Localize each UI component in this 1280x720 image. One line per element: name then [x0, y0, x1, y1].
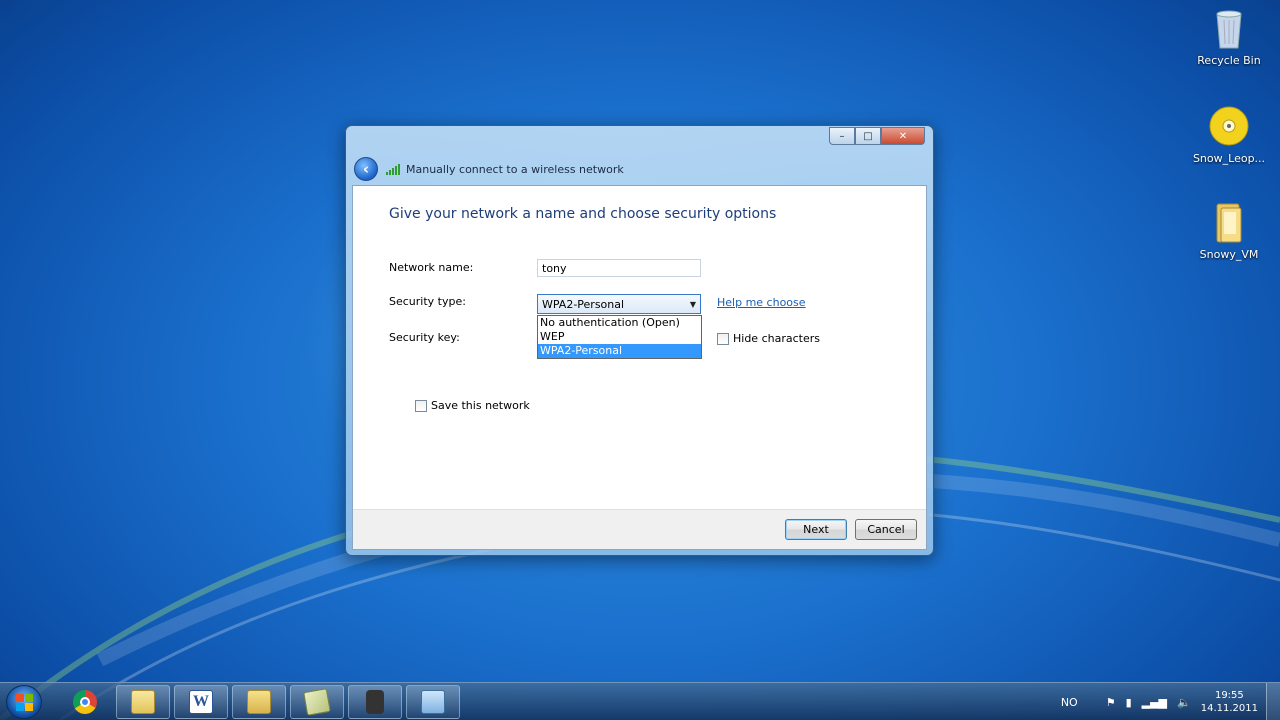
desktop-icon-snowy-vm[interactable]: Snowy_VM [1190, 200, 1268, 261]
control-panel-taskbar-button[interactable] [406, 685, 460, 719]
clock-time: 19:55 [1214, 690, 1244, 701]
clock[interactable]: 19:55 14.11.2011 [1201, 689, 1258, 715]
chrome-taskbar-button[interactable] [58, 685, 112, 719]
word-icon: W [189, 690, 213, 714]
windows-logo-icon [15, 693, 33, 711]
dropdown-option-open[interactable]: No authentication (Open) [538, 316, 701, 330]
desktop-icon-label: Snowy_VM [1199, 248, 1259, 261]
dvd-icon [1207, 104, 1251, 148]
desktop-icon-label: Recycle Bin [1197, 54, 1261, 67]
maximize-button[interactable]: □ [855, 127, 881, 145]
wireless-network-dialog: – □ ✕ ‹ Manually connect to a wireless n… [345, 125, 934, 556]
network-name-label: Network name: [389, 261, 474, 274]
dropdown-option-wep[interactable]: WEP [538, 330, 701, 344]
security-type-dropdown: No authentication (Open) WEP WPA2-Person… [537, 315, 702, 359]
hide-characters-checkbox[interactable]: Hide characters [717, 332, 820, 345]
recycle-bin-icon [1207, 6, 1251, 50]
desktop-icon-snow-leopard[interactable]: Snow_Leop... [1190, 104, 1268, 165]
folder-icon [247, 690, 271, 714]
language-indicator[interactable]: NO [1061, 696, 1078, 709]
explorer-taskbar-button[interactable] [232, 685, 286, 719]
window-title: Manually connect to a wireless network [406, 162, 624, 176]
page-heading: Give your network a name and choose secu… [389, 206, 777, 222]
next-button[interactable]: Next [785, 519, 847, 540]
help-me-choose-link[interactable]: Help me choose [717, 296, 806, 309]
system-tray: NO ⚑ ▮ ▂▄▆ 🔈 19:55 14.11.2011 [1061, 683, 1280, 720]
notes-taskbar-button[interactable] [290, 685, 344, 719]
chrome-icon [73, 690, 97, 714]
show-desktop-button[interactable] [1266, 683, 1280, 720]
save-network-checkbox[interactable]: Save this network [415, 399, 530, 412]
desktop-icon-recycle-bin[interactable]: Recycle Bin [1190, 6, 1268, 67]
notes-icon [303, 688, 331, 716]
start-button[interactable] [6, 685, 42, 719]
minimize-button[interactable]: – [829, 127, 855, 145]
libraries-icon [131, 690, 155, 714]
security-key-label: Security key: [389, 331, 460, 344]
dialog-content: Give your network a name and choose secu… [352, 185, 927, 550]
camera-icon [366, 690, 384, 714]
chevron-down-icon: ▼ [689, 299, 696, 309]
volume-icon[interactable]: 🔈 [1177, 696, 1191, 709]
desktop-icon-label: Snow_Leop... [1192, 152, 1266, 165]
window-controls: – □ ✕ [829, 127, 925, 145]
folder-icon [1207, 200, 1251, 244]
control-panel-icon [421, 690, 445, 714]
save-network-label: Save this network [431, 399, 530, 412]
network-signal-icon[interactable]: ▂▄▆ [1142, 696, 1167, 709]
security-type-label: Security type: [389, 295, 466, 308]
security-type-value: WPA2-Personal [542, 297, 625, 311]
taskbar: W NO ⚑ ▮ ▂▄▆ 🔈 19:55 14.11.2011 [0, 682, 1280, 720]
checkbox-box [415, 399, 427, 412]
action-center-flag-icon[interactable]: ⚑ [1106, 696, 1116, 709]
dropdown-option-wpa2-personal[interactable]: WPA2-Personal [538, 344, 701, 358]
network-name-input[interactable]: tony [537, 259, 701, 277]
close-button[interactable]: ✕ [881, 127, 925, 145]
security-type-select[interactable]: WPA2-Personal ▼ [537, 294, 701, 314]
hide-characters-label: Hide characters [733, 332, 820, 345]
libraries-taskbar-button[interactable] [116, 685, 170, 719]
camera-taskbar-button[interactable] [348, 685, 402, 719]
back-arrow-icon[interactable]: ‹ [354, 157, 378, 181]
checkbox-box [717, 332, 729, 345]
power-icon[interactable]: ▮ [1126, 696, 1132, 709]
dialog-footer: Next Cancel [353, 509, 926, 549]
navigation-bar: ‹ Manually connect to a wireless network [354, 156, 624, 182]
cancel-button[interactable]: Cancel [855, 519, 917, 540]
clock-date: 14.11.2011 [1200, 703, 1258, 714]
wifi-signal-icon [386, 163, 402, 175]
word-taskbar-button[interactable]: W [174, 685, 228, 719]
